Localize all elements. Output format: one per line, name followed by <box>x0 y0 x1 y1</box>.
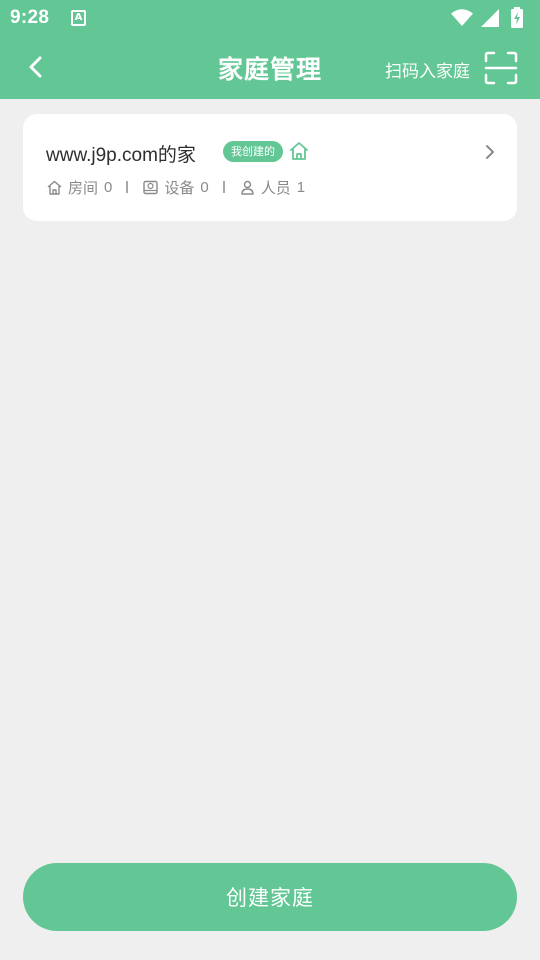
scan-frame-icon <box>484 51 518 85</box>
top-app-bar: 9:28 A 家庭管理 扫码入家庭 <box>0 0 540 99</box>
wifi-icon <box>451 9 473 26</box>
navigation-bar: 家庭管理 扫码入家庭 <box>0 36 540 99</box>
stat-divider <box>222 181 225 193</box>
chevron-right-icon <box>486 145 494 159</box>
battery-charging-icon <box>511 7 523 28</box>
home-icon <box>290 142 308 160</box>
stat-rooms-label: 房间 <box>68 178 99 197</box>
create-home-button[interactable]: 创建家庭 <box>23 863 517 931</box>
stat-devices-label: 设备 <box>164 178 195 197</box>
device-icon <box>143 180 159 194</box>
scan-join-home-button[interactable]: 扫码入家庭 <box>358 48 518 88</box>
stat-members-label: 人员 <box>260 178 291 197</box>
stat-devices-count: 0 <box>200 178 209 196</box>
cell-signal-icon <box>481 9 499 27</box>
stat-rooms: 房间 0 <box>46 177 112 198</box>
app-notification-icon: A <box>71 10 86 26</box>
stat-divider <box>126 181 129 193</box>
stat-rooms-count: 0 <box>104 178 113 196</box>
stat-devices: 设备 0 <box>142 177 209 198</box>
home-outline-icon <box>47 180 62 195</box>
home-name: www.j9p.com的家 <box>46 145 196 166</box>
home-stats: 房间 0 设备 0 人员 1 <box>46 176 305 198</box>
stat-members-count: 1 <box>296 178 306 196</box>
scan-join-label: 扫码入家庭 <box>385 62 470 82</box>
status-bar: 9:28 A <box>0 0 540 36</box>
stat-members: 人员 1 <box>239 177 305 198</box>
person-icon <box>241 180 254 195</box>
home-card[interactable]: www.j9p.com的家 我创建的 房间 0 设备 0 人员 1 <box>23 114 517 221</box>
status-icons <box>450 6 532 30</box>
creator-badge: 我创建的 <box>223 141 283 162</box>
status-time: 9:28 <box>10 7 50 28</box>
